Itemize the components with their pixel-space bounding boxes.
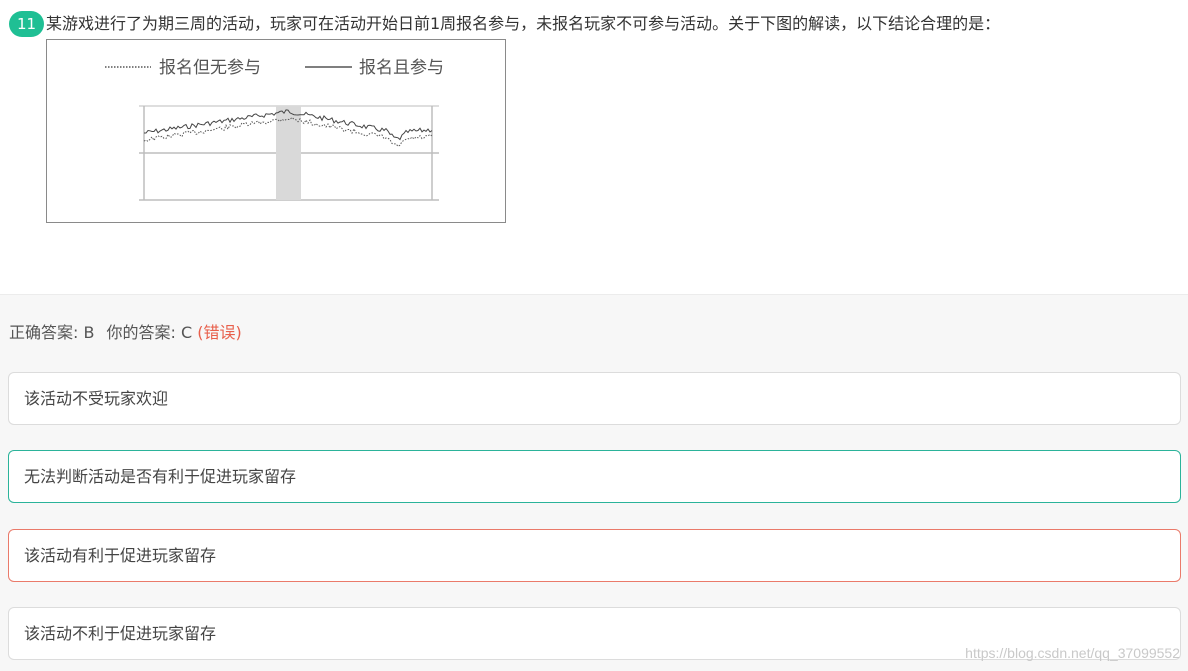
question-figure: 报名但无参与 报名且参与: [46, 39, 506, 223]
question-area: 11 某游戏进行了为期三周的活动，玩家可在活动开始日前1周报名参与，未报名玩家不…: [0, 0, 1188, 294]
answer-area: 正确答案: B 你的答案: C (错误) 该活动不受玩家欢迎 无法判断活动是否有利…: [0, 294, 1188, 671]
answer-verdict: (错误): [197, 323, 242, 342]
option-c[interactable]: 该活动有利于促进玩家留存: [8, 529, 1181, 582]
legend-label-solid: 报名且参与: [359, 58, 444, 78]
question-number-badge: 11: [9, 11, 44, 37]
option-a[interactable]: 该活动不受玩家欢迎: [8, 372, 1181, 425]
watermark: https://blog.csdn.net/qq_37099552: [965, 645, 1180, 661]
option-b[interactable]: 无法判断活动是否有利于促进玩家留存: [8, 450, 1181, 503]
activity-period-shade: [276, 106, 301, 200]
answer-summary: 正确答案: B 你的答案: C (错误): [9, 321, 242, 345]
legend-label-dotted: 报名但无参与: [159, 58, 261, 78]
figure-chart: 报名但无参与 报名且参与: [105, 58, 444, 201]
your-answer-label: 你的答案: C: [106, 323, 193, 342]
correct-answer-label: 正确答案: B: [9, 323, 95, 342]
question-text: 某游戏进行了为期三周的活动，玩家可在活动开始日前1周报名参与，未报名玩家不可参与…: [46, 14, 1001, 33]
